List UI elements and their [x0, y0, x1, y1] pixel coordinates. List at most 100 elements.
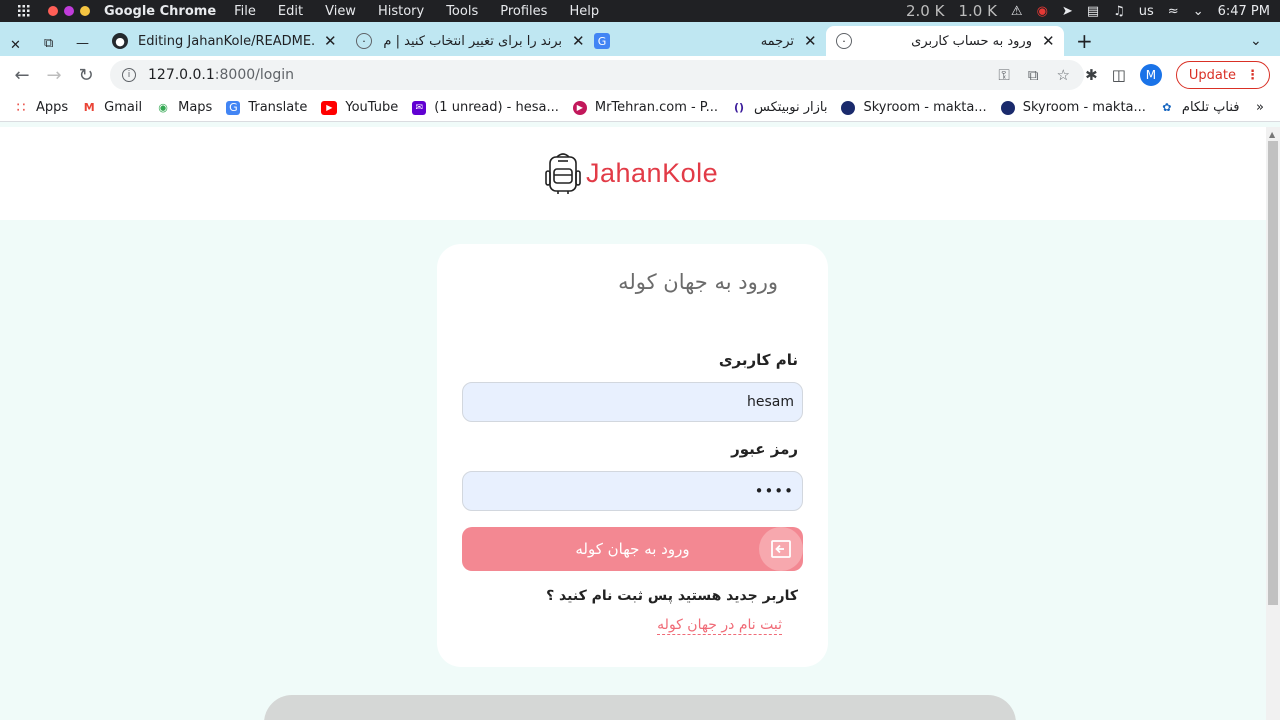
- backpack-icon: [545, 153, 581, 194]
- skyroom-icon: [841, 100, 856, 115]
- back-arrow-icon[interactable]: ←: [6, 65, 38, 86]
- url-host: 127.0.0.1: [148, 67, 215, 83]
- profile-avatar[interactable]: M: [1139, 64, 1162, 86]
- update-button[interactable]: Update ⋮: [1175, 61, 1270, 89]
- github-icon: ●: [112, 33, 128, 49]
- site-header: JahanKole: [0, 127, 1266, 220]
- minimize-icon[interactable]: —: [76, 28, 89, 58]
- tab-translate[interactable]: G ترجمه ✕: [594, 26, 824, 56]
- forward-arrow-icon[interactable]: →: [38, 65, 70, 86]
- more-bookmarks-chevron-icon[interactable]: »: [1256, 100, 1264, 115]
- net-up-speed: 1.0 K: [958, 2, 997, 20]
- bookmark-maps[interactable]: ◉ Maps: [156, 100, 212, 115]
- bookmark-fanap[interactable]: ✿ فناپ تلکام: [1160, 100, 1240, 115]
- menu-view[interactable]: View: [325, 4, 356, 19]
- maps-icon: ◉: [158, 101, 168, 114]
- apps-grid-icon: ∷: [16, 99, 26, 116]
- wifi-icon[interactable]: ≈: [1168, 4, 1179, 19]
- url-path: :8000/login: [214, 67, 294, 83]
- bookmark-nobitex[interactable]: () بازار نوبیتکس: [732, 100, 827, 115]
- menu-tools[interactable]: Tools: [446, 4, 478, 19]
- share-icon[interactable]: ⧉: [1028, 66, 1039, 84]
- site-info-icon[interactable]: i: [122, 68, 136, 82]
- page-scrollbar[interactable]: ▲: [1266, 127, 1280, 720]
- translate-icon: G: [226, 100, 241, 115]
- bookmark-label: فناپ تلکام: [1181, 100, 1240, 115]
- launcher-grid-icon[interactable]: [0, 5, 48, 17]
- tab-login-active[interactable]: · ورود به حساب کاربری ✕: [826, 26, 1064, 56]
- page-footer: [264, 695, 1016, 720]
- extensions-puzzle-icon[interactable]: ✱: [1085, 66, 1098, 84]
- login-submit-button[interactable]: ورود به جهان کوله: [462, 527, 803, 571]
- close-tab-icon[interactable]: ✕: [1042, 32, 1055, 50]
- maximize-window-button[interactable]: [80, 6, 90, 16]
- bookmark-label: MrTehran.com - P...: [594, 100, 719, 115]
- username-input[interactable]: hesam: [462, 382, 803, 422]
- app-name[interactable]: Google Chrome: [104, 4, 216, 19]
- alert-icon[interactable]: ⚠: [1011, 4, 1023, 19]
- skyroom-icon: [1000, 100, 1015, 115]
- close-tab-icon[interactable]: ✕: [324, 32, 337, 50]
- minimize-window-button[interactable]: [64, 6, 74, 16]
- security-icon[interactable]: ◉: [1037, 4, 1048, 19]
- google-translate-icon: G: [594, 33, 610, 49]
- login-submit-label: ورود به جهان کوله: [575, 540, 690, 558]
- gmail-icon: M: [83, 101, 95, 114]
- bookmark-label: بازار نوبیتکس: [754, 100, 828, 115]
- bookmark-label: Skyroom - makta...: [1022, 100, 1146, 115]
- restore-window-icon[interactable]: ⧉: [44, 28, 53, 58]
- clock[interactable]: 6:47 PM: [1218, 4, 1270, 19]
- password-input[interactable]: ••••: [462, 471, 803, 511]
- bookmark-mail[interactable]: ✉ (1 unread) - hesa...: [412, 100, 559, 115]
- menu-help[interactable]: Help: [569, 4, 599, 19]
- globe-icon: ·: [836, 33, 852, 49]
- side-panel-icon[interactable]: ◫: [1112, 66, 1126, 84]
- clipboard-icon[interactable]: ▤: [1087, 4, 1099, 19]
- bookmark-label: Maps: [178, 100, 213, 115]
- bookmark-skyroom-1[interactable]: Skyroom - makta...: [841, 100, 987, 115]
- menu-history[interactable]: History: [378, 4, 424, 19]
- volume-icon[interactable]: ♫: [1113, 4, 1125, 19]
- menu-profiles[interactable]: Profiles: [500, 4, 547, 19]
- chevron-down-icon[interactable]: ⌄: [1193, 4, 1204, 19]
- close-tab-icon[interactable]: ✕: [804, 32, 817, 50]
- bookmark-label: Apps: [36, 100, 69, 115]
- reload-icon[interactable]: ↻: [70, 65, 102, 86]
- page-viewport: JahanKole ورود به جهان کوله نام کاربری h…: [0, 127, 1266, 720]
- fanap-icon: ✿: [1162, 101, 1172, 114]
- scrollbar-thumb[interactable]: [1268, 141, 1278, 605]
- keyboard-layout[interactable]: us: [1139, 4, 1154, 19]
- new-tab-button[interactable]: +: [1076, 26, 1093, 56]
- site-logo[interactable]: JahanKole: [544, 151, 718, 195]
- telegram-icon[interactable]: ➤: [1062, 4, 1073, 19]
- bookmark-mrtehran[interactable]: ▶ MrTehran.com - P...: [572, 100, 719, 115]
- menu-file[interactable]: File: [234, 4, 256, 19]
- menu-edit[interactable]: Edit: [278, 4, 303, 19]
- key-icon[interactable]: ⚿: [998, 66, 1009, 84]
- update-label: Update: [1188, 67, 1236, 83]
- nobitex-icon: (): [734, 101, 745, 114]
- login-card: ورود به جهان کوله نام کاربری hesam رمز ع…: [437, 244, 828, 667]
- bookmark-gmail[interactable]: M Gmail: [82, 100, 142, 115]
- bookmark-star-icon[interactable]: ☆: [1057, 66, 1070, 84]
- globe-icon: ·: [356, 33, 372, 49]
- address-bar[interactable]: i 127.0.0.1:8000/login ⚿ ⧉ ☆: [110, 60, 1084, 90]
- more-menu-icon: ⋮: [1246, 67, 1259, 83]
- bookmark-translate[interactable]: G Translate: [226, 100, 307, 115]
- scroll-up-arrow-icon[interactable]: ▲: [1269, 130, 1275, 139]
- mrtehran-icon: ▶: [572, 100, 587, 115]
- tab-github-readme[interactable]: ● Editing JahanKole/README.m ✕: [112, 26, 348, 56]
- bookmark-skyroom-2[interactable]: Skyroom - makta...: [1000, 100, 1146, 115]
- bookmark-label: Translate: [248, 100, 308, 115]
- close-window-button[interactable]: [48, 6, 58, 16]
- signup-link[interactable]: ثبت نام در جهان کوله: [657, 617, 782, 635]
- tab-title: برند را برای تغییر انتخاب کنید | م: [383, 33, 562, 49]
- bookmark-apps[interactable]: ∷ Apps: [14, 99, 69, 116]
- mail-icon: ✉: [412, 100, 427, 115]
- tab-title: Editing JahanKole/README.m: [138, 33, 314, 49]
- bookmark-youtube[interactable]: ▶ YouTube: [321, 100, 398, 115]
- tab-brand-select[interactable]: · برند را برای تغییر انتخاب کنید | م ✕: [356, 26, 588, 56]
- tab-search-chevron-icon[interactable]: ⌄: [1250, 26, 1262, 56]
- site-brand-name: JahanKole: [586, 157, 719, 188]
- close-tab-icon[interactable]: ✕: [572, 32, 585, 50]
